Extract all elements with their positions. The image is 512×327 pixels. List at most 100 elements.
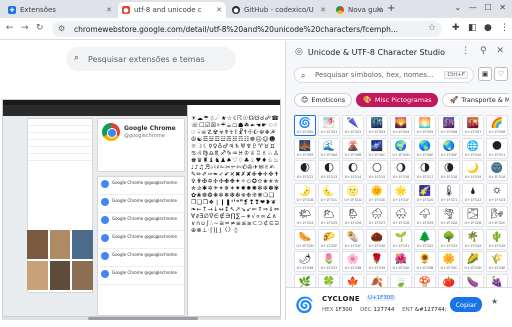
char-cell[interactable]: 🌛 U+1F31B [294,183,316,205]
category-transport[interactable]: 🚀 Transporte & Mapas [442,93,509,107]
char-cell[interactable]: 🌪 U+1F32A [438,205,460,227]
char-cell[interactable]: 🌼 U+1F33C [438,251,460,273]
char-cell[interactable]: 🌵 U+1F335 [486,228,508,250]
bookmark-star-icon[interactable]: ☆ [428,23,436,33]
char-cell[interactable]: 🌱 U+1F331 [390,228,412,250]
side-panel-icon[interactable]: ◧ [468,23,477,33]
char-cell[interactable]: 🌒 U+1F312 [294,160,316,182]
site-info-icon[interactable]: ⚙ [58,24,65,33]
char-cell[interactable]: 🌞 U+1F31E [366,183,388,205]
char-cell[interactable]: 🌆 U+1F306 [438,115,460,136]
char-cell[interactable]: 🌉 U+1F309 [294,137,316,159]
char-cell[interactable]: 🌤 U+1F324 [294,205,316,227]
store-search-input[interactable]: ⌕ Pesquisar extensões e temas [66,47,236,71]
char-cell[interactable]: 🌑 U+1F311 [486,137,508,159]
reload-icon[interactable]: ↻ [36,23,44,33]
close-tab-icon[interactable]: ✕ [376,6,382,14]
char-cell[interactable]: 🌦 U+1F326 [342,205,364,227]
char-cell[interactable]: 🌳 U+1F333 [438,228,460,250]
pin-icon[interactable]: ⚲ [480,46,487,56]
window-controls[interactable]: ⌄ — ☐ ✕ [455,3,506,12]
char-cell[interactable]: 🌔 U+1F314 [342,160,364,182]
back-icon[interactable]: ← [6,23,14,33]
char-cell[interactable]: 🌧 U+1F327 [366,205,388,227]
screenshot-photo [72,230,93,259]
char-cell[interactable]: 🌏 U+1F30F [438,137,460,159]
new-tab-button[interactable]: + [387,3,395,14]
favorite-star-icon[interactable]: ★ [491,297,498,306]
char-cell[interactable]: 🌡 U+1F321 [438,183,460,205]
char-cell[interactable]: 🌇 U+1F307 [462,115,484,136]
char-cell[interactable]: 🌥 U+1F325 [318,205,340,227]
char-cell[interactable]: 🌕 U+1F315 [366,160,388,182]
char-cell[interactable]: 🌭 U+1F32D [294,228,316,250]
close-tab-icon[interactable]: ✕ [106,6,112,14]
char-cell[interactable]: 🌢 U+1F322 [462,183,484,205]
char-cell[interactable]: 🌻 U+1F33B [414,251,436,273]
tab-github[interactable]: ● GitHub - codexico/U ✕ [228,2,330,18]
close-tab-icon[interactable]: ✕ [216,6,222,14]
favorites-button[interactable]: ♡ [494,67,508,81]
char-cell[interactable]: 🌫 U+1F32B [462,205,484,227]
char-cell[interactable]: 🌙 U+1F319 [462,160,484,182]
char-cell[interactable]: 🌝 U+1F31D [342,183,364,205]
tab-webstore[interactable]: ● utf-8 and unicode c ✕ [118,2,226,18]
char-cell[interactable]: 🌾 U+1F33E [486,251,508,273]
char-cell[interactable]: 🌴 U+1F334 [462,228,484,250]
char-cell[interactable]: 🌜 U+1F31C [318,183,340,205]
profile-icon[interactable]: ● [484,23,492,33]
dec-value[interactable]: 127744 [373,307,394,313]
panel-search-input[interactable]: ⌕ Pesquisar símbolos, hex, nomes... Ctrl… [294,67,474,83]
char-cell[interactable]: 🌸 U+1F338 [342,251,364,273]
char-cell[interactable]: 🌯 U+1F32F [342,228,364,250]
category-emoticons[interactable]: 😊 Emoticons [294,93,353,107]
extensions-icon[interactable]: ✚ [452,23,460,33]
char-cell[interactable]: 🌖 U+1F316 [390,160,412,182]
char-cell[interactable]: 🌍 U+1F30D [390,137,412,159]
char-cell[interactable]: 🌮 U+1F32E [318,228,340,250]
char-cell[interactable]: 🌅 U+1F305 [414,115,436,136]
char-cell[interactable]: 🌣 U+1F323 [486,183,508,205]
char-cell[interactable]: 🌹 U+1F339 [366,251,388,273]
char-cell[interactable]: 🌘 U+1F318 [438,160,460,182]
tab-extensions[interactable]: ✚ Extensões ✕ [4,2,116,18]
char-cell[interactable]: 🌀 U+1F300 [294,115,316,136]
char-cell[interactable]: 🌷 U+1F337 [318,251,340,273]
char-cell[interactable]: 🌲 U+1F332 [414,228,436,250]
char-cell[interactable]: 🌚 U+1F31A [486,160,508,182]
forward-icon[interactable]: → [21,23,29,33]
tab-new-tab[interactable]: Nova guia ✕ [332,2,386,18]
category-misc-pictographs[interactable]: 🎨 Misc Pictogramas [356,93,439,107]
char-cell[interactable]: 🌠 U+1F320 [414,183,436,205]
char-cell[interactable]: 🌃 U+1F303 [366,115,388,136]
char-cell[interactable]: 🌟 U+1F31F [390,183,412,205]
char-cell[interactable]: 🌐 U+1F310 [462,137,484,159]
char-cell[interactable]: 🌨 U+1F328 [390,205,412,227]
char-cell[interactable]: 🌰 U+1F330 [366,228,388,250]
view-toggle-button[interactable]: ▣ [478,67,492,81]
close-icon[interactable]: ✕ [496,46,504,56]
char-cell[interactable]: 🌊 U+1F30A [318,137,340,159]
char-cell[interactable]: 🌈 U+1F308 [486,115,508,136]
close-tab-icon[interactable]: ✕ [320,6,326,14]
copy-button[interactable]: Copiar [450,297,482,312]
char-cell[interactable]: 🌋 U+1F30B [342,137,364,159]
address-bar[interactable]: ⚙ chromewebstore.google.com/detail/utf-8… [52,21,442,37]
char-cell[interactable]: 🌺 U+1F33A [390,251,412,273]
char-cell[interactable]: 🌶 U+1F336 [294,251,316,273]
char-cell[interactable]: 🌂 U+1F302 [342,115,364,136]
settings-icon[interactable]: ⋮ [461,46,470,56]
char-cell[interactable]: 🌎 U+1F30E [414,137,436,159]
char-cell[interactable]: 🌽 U+1F33D [462,251,484,273]
hex-value[interactable]: 1F300 [335,307,352,313]
char-cell[interactable]: 🌓 U+1F313 [318,160,340,182]
menu-icon[interactable]: ⋮ [500,23,509,33]
char-cell[interactable]: 🌌 U+1F30C [366,137,388,159]
char-cell[interactable]: 🌗 U+1F317 [414,160,436,182]
char-cell[interactable]: 🌁 U+1F301 [318,115,340,136]
char-cell[interactable]: 🌬 U+1F32C [486,205,508,227]
char-cell[interactable]: 🌩 U+1F329 [414,205,436,227]
char-code: U+1F336 [296,266,314,271]
char-cell[interactable]: 🌄 U+1F304 [390,115,412,136]
ent-value[interactable]: &#127744; [415,307,447,313]
